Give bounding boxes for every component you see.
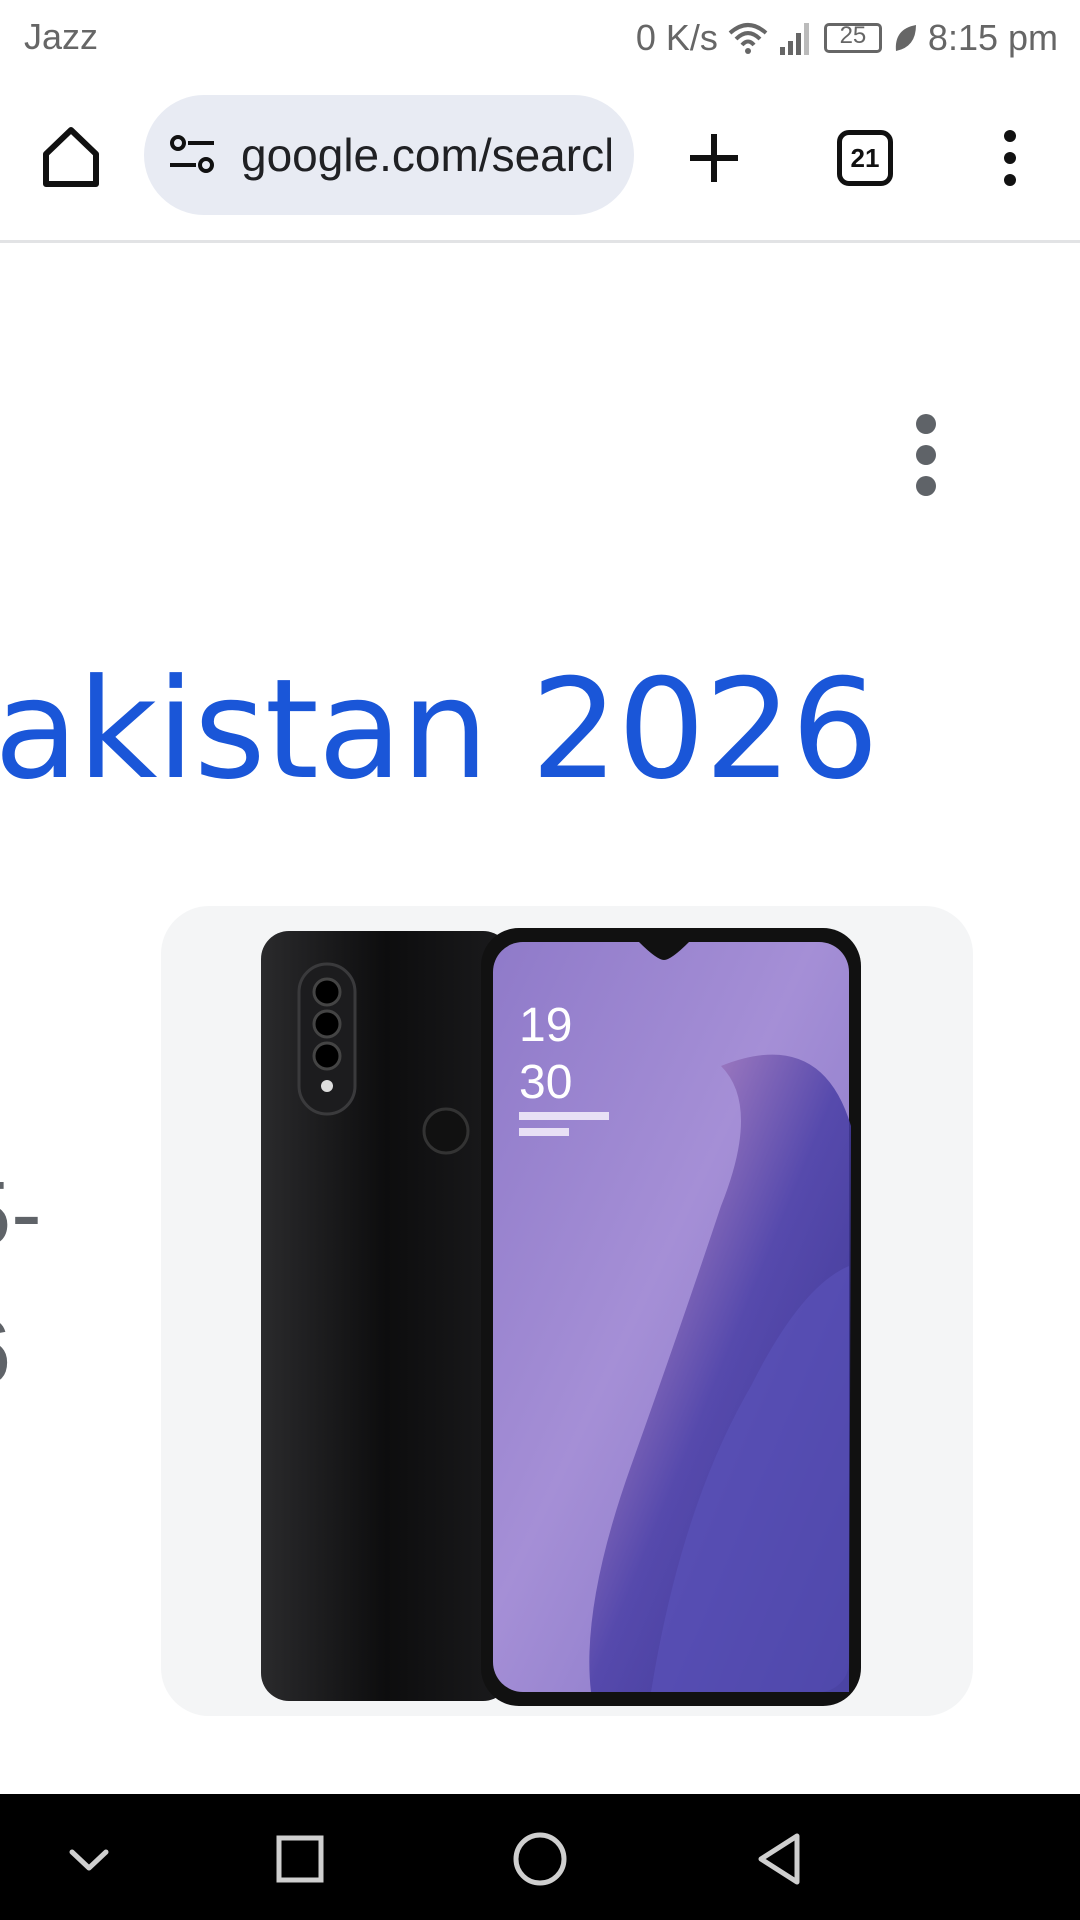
clock-label: 8:15 pm (927, 17, 1058, 58)
phone-screen-hour: 19 (519, 999, 572, 1052)
status-icons: 0 K/s 25 8:15 pm (636, 16, 1058, 60)
net-speed-label: 0 K/s (635, 17, 718, 58)
more-vert-icon (1004, 130, 1016, 186)
signal-icon (778, 21, 814, 55)
carrier-label: Jazz (24, 16, 99, 57)
address-bar[interactable]: google.com/search (144, 95, 634, 215)
text-fragment: 5- (0, 1163, 42, 1265)
home-button[interactable] (36, 122, 106, 192)
product-image-card[interactable]: 19 30 (161, 906, 973, 1716)
result-title-link[interactable]: akistan 2026 (0, 650, 879, 810)
battery-level: 25 (839, 22, 867, 49)
text-fragment: 6 (0, 1300, 11, 1405)
phone-screen-minute: 30 (519, 1056, 572, 1109)
circle-icon (513, 1832, 567, 1886)
plus-icon (690, 134, 738, 182)
tab-count: 21 (850, 142, 880, 173)
wifi-icon (728, 21, 768, 55)
battery-icon: 25 (823, 22, 882, 53)
system-nav-bar (0, 1794, 1080, 1920)
more-vert-icon (916, 414, 936, 496)
phone-image: 19 30 (261, 928, 861, 1706)
new-tab-button[interactable] (686, 130, 742, 186)
site-settings-icon[interactable] (168, 133, 216, 177)
home-icon (43, 127, 99, 187)
back-triangle-icon (758, 1833, 800, 1885)
tab-switcher-button[interactable]: 21 (837, 130, 893, 186)
leaf-icon (892, 23, 918, 53)
home-nav-button[interactable] (505, 1824, 575, 1894)
recents-button[interactable] (265, 1824, 335, 1894)
status-bar: Jazz 0 K/s 25 8:15 pm (0, 0, 1080, 78)
chevron-down-icon (69, 1849, 109, 1871)
hide-nav-button[interactable] (54, 1824, 124, 1894)
back-button[interactable] (745, 1824, 815, 1894)
browser-menu-button[interactable] (990, 128, 1030, 188)
square-icon (276, 1835, 324, 1883)
browser-toolbar: google.com/search 21 (0, 78, 1080, 243)
result-options-button[interactable] (906, 410, 946, 500)
url-text[interactable]: google.com/search (241, 125, 611, 185)
